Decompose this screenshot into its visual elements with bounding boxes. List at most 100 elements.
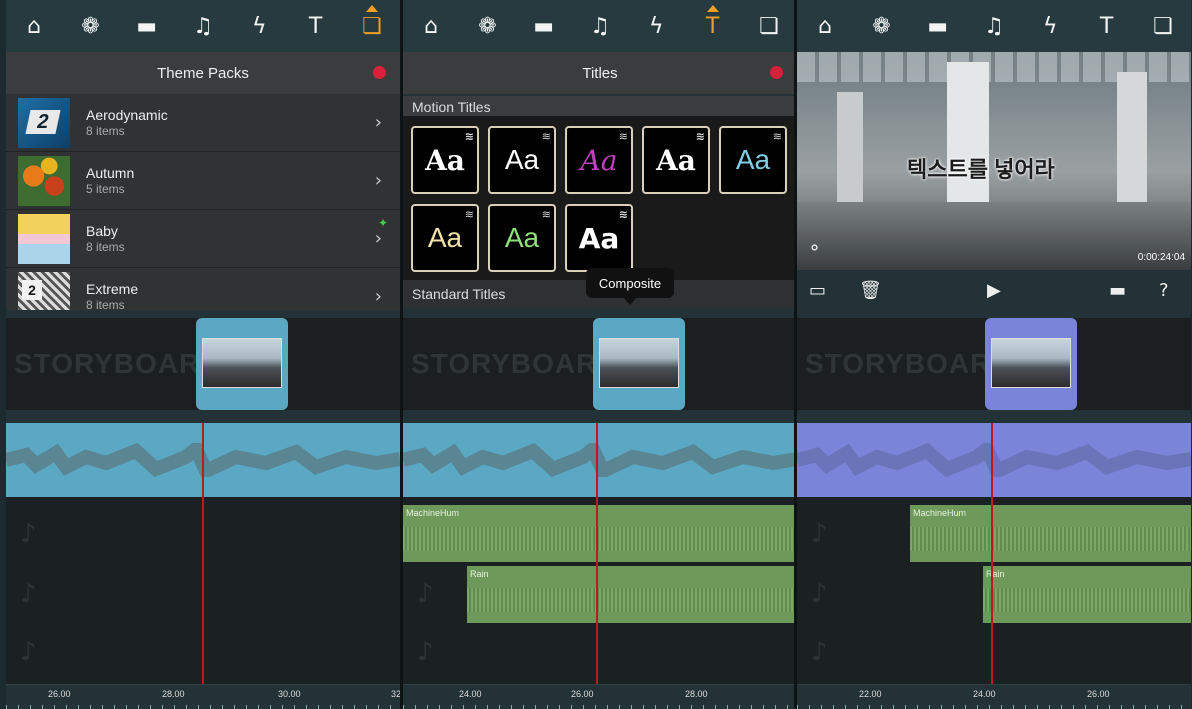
title-tile[interactable]: Aa ≋ [411, 204, 479, 272]
pillar [947, 62, 989, 212]
composite-icon[interactable]: ❏ [749, 6, 789, 46]
storyboard-label: STORYBOARD [805, 348, 1013, 379]
ruler-tick [571, 705, 572, 709]
floor [797, 202, 1191, 270]
composite-icon[interactable]: ❏ [1143, 6, 1183, 46]
ruler-tick [403, 705, 404, 709]
time-ruler[interactable]: 26.00 28.00 30.00 32 [6, 684, 400, 709]
active-caret-icon [706, 5, 719, 12]
title-tile[interactable]: Aa ≋ [565, 204, 633, 272]
video-clip[interactable] [985, 318, 1077, 410]
theme-icon[interactable]: ❁ [70, 6, 110, 46]
rain-clip[interactable]: Rain [467, 566, 797, 623]
ruler-tick [775, 705, 776, 709]
ruler-tick [607, 705, 608, 709]
ruler-tick [258, 705, 259, 709]
clip-waveform [983, 588, 1191, 612]
music-icon[interactable]: ♫ [580, 6, 620, 46]
ruler-tick [1109, 705, 1110, 709]
ruler-tick [989, 705, 990, 709]
ruler-tick [102, 705, 103, 709]
ruler-tick [977, 705, 978, 709]
playhead[interactable] [596, 423, 598, 684]
title-overlay-text[interactable]: 텍스트를 넣어라 [907, 152, 1055, 184]
ruler-tick [30, 705, 31, 709]
autumn-thumbnail [18, 155, 70, 206]
theme-icon[interactable]: ❁ [861, 6, 901, 46]
ruler-tick [953, 705, 954, 709]
toolbox-icon[interactable]: ▬ [1109, 280, 1126, 301]
machinehum-clip[interactable]: MachineHum [910, 505, 1191, 562]
title-tile[interactable]: Aa ≋ [411, 126, 479, 194]
effects-icon[interactable]: ϟ [636, 6, 676, 46]
trash-icon[interactable]: 🗑 [859, 280, 882, 301]
machinehum-clip[interactable]: MachineHum [403, 505, 797, 562]
ruler-tick [1157, 705, 1158, 709]
music-icon[interactable]: ♫ [183, 6, 223, 46]
timecode: 0:00:24:04 [1137, 252, 1185, 263]
theme-icon[interactable]: ❁ [467, 6, 507, 46]
ruler-label: 28.00 [162, 689, 185, 699]
title-tile[interactable]: Aa ≋ [488, 126, 556, 194]
playhead[interactable] [991, 423, 993, 684]
title-tile[interactable]: Aa ≋ [565, 126, 633, 194]
ruler-tick [318, 705, 319, 709]
ruler-tick [222, 705, 223, 709]
home-icon[interactable]: ⌂ [411, 6, 451, 46]
item-count: 8 items [86, 240, 125, 254]
item-title: Baby [86, 223, 118, 239]
folder-icon[interactable]: ▬ [127, 6, 167, 46]
active-caret-icon [365, 5, 378, 12]
music-note-icon: ♪ [417, 579, 434, 609]
video-clip[interactable] [196, 318, 288, 410]
clip-label: Rain [986, 569, 1005, 579]
titles-icon[interactable]: T [693, 5, 733, 46]
ruler-tick [1013, 705, 1014, 709]
storyboard-label: STORYBOARD [14, 348, 222, 379]
ruler-tick [198, 705, 199, 709]
music-icon[interactable]: ♫ [974, 6, 1014, 46]
record-dot-icon[interactable] [373, 66, 386, 79]
ruler-tick [643, 705, 644, 709]
clip-waveform [403, 527, 797, 551]
chevron-right-icon: › [374, 170, 382, 191]
titles-icon[interactable]: T [296, 6, 336, 46]
theme-item-autumn[interactable]: Autumn 5 items › [6, 152, 400, 210]
video-clip[interactable] [593, 318, 685, 410]
rain-clip[interactable]: Rain [983, 566, 1191, 623]
play-icon[interactable]: ▶ [987, 280, 1001, 301]
theme-item-baby[interactable]: Baby 8 items ✦ › [6, 210, 400, 268]
record-dot-icon[interactable] [770, 66, 783, 79]
folder-icon[interactable]: ▬ [524, 6, 564, 46]
effects-icon[interactable]: ϟ [1030, 6, 1070, 46]
time-ruler[interactable]: 24.00 26.00 28.00 [403, 684, 797, 709]
fx-icon[interactable]: ⚬ [807, 238, 822, 259]
aerodynamic-thumbnail: 2 [18, 97, 70, 148]
home-icon[interactable]: ⌂ [14, 6, 54, 46]
video-preview[interactable]: 텍스트를 넣어라 ⚬ 0:00:24:04 [797, 52, 1191, 270]
video-audio-track[interactable] [797, 423, 1191, 497]
titles-panel: ⌂ ❁ ▬ ♫ ϟ T ❏ Titles Motion Titles Aa ≋ A… [403, 0, 797, 709]
extreme-thumbnail: 2 [18, 271, 70, 310]
help-icon[interactable]: ? [1159, 280, 1169, 301]
titles-icon[interactable]: T [1087, 6, 1127, 46]
effects-icon[interactable]: ϟ [239, 6, 279, 46]
theme-item-aerodynamic[interactable]: 2 Aerodynamic 8 items › [6, 94, 400, 152]
title-tile[interactable]: Aa ≋ [642, 126, 710, 194]
time-ruler[interactable]: 22.00 24.00 26.00 [797, 684, 1191, 709]
composite-icon[interactable]: ❏ [352, 5, 392, 46]
title-tile[interactable]: Aa ≋ [488, 204, 556, 272]
pillar [837, 92, 863, 202]
playhead[interactable] [202, 423, 204, 684]
top-toolbar: ⌂ ❁ ▬ ♫ ϟ T ❏ [6, 0, 400, 52]
titles-header: Titles [403, 52, 797, 94]
folder-icon[interactable]: ▬ [918, 6, 958, 46]
video-audio-track[interactable] [403, 423, 797, 497]
trim-icon[interactable]: ▭ [809, 280, 826, 301]
ruler-tick [1121, 705, 1122, 709]
theme-item-extreme[interactable]: 2 Extreme 8 items › [6, 268, 400, 310]
ruler-label: 24.00 [459, 689, 482, 699]
title-tile[interactable]: Aa ≋ [719, 126, 787, 194]
music-note-icon: ♪ [811, 519, 828, 549]
home-icon[interactable]: ⌂ [805, 6, 845, 46]
